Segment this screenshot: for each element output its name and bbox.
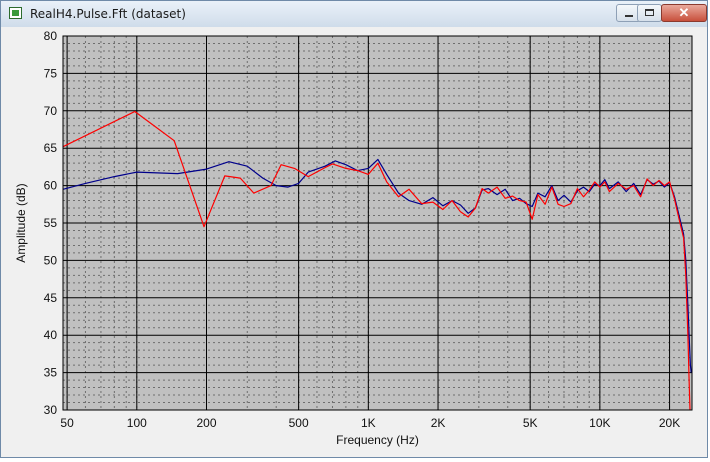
close-button[interactable]: ✕	[661, 4, 707, 22]
y-tick-labels: 30 35 40 45 50 55 60 65 70 75 80	[44, 29, 58, 417]
x-tick-label: 10K	[589, 416, 610, 430]
y-tick-label: 60	[44, 179, 58, 193]
x-tick-label: 20K	[659, 416, 680, 430]
x-tick-label: 200	[196, 416, 216, 430]
y-tick-label: 30	[44, 403, 58, 417]
x-tick-label: 100	[127, 416, 147, 430]
window-title: RealH4.Pulse.Fft (dataset)	[30, 7, 186, 21]
dataset-window: RealH4.Pulse.Fft (dataset) ✕ 30 35 40 45 50 5…	[0, 0, 708, 458]
frequency-response-chart[interactable]: 30 35 40 45 50 55 60 65 70 75 80 50 100 200 500 1K 2K 5K…	[1, 27, 707, 457]
y-tick-label: 45	[44, 291, 58, 305]
y-tick-label: 40	[44, 328, 58, 342]
y-tick-label: 65	[44, 141, 58, 155]
x-tick-label: 1K	[361, 416, 376, 430]
x-tick-label: 2K	[431, 416, 446, 430]
x-tick-label: 50	[60, 416, 74, 430]
y-tick-label: 80	[44, 29, 58, 43]
y-tick-label: 50	[44, 253, 58, 267]
dataset-window-icon[interactable]	[9, 7, 22, 19]
y-axis-label: Amplitude (dB)	[14, 183, 28, 262]
x-axis-label: Frequency (Hz)	[336, 433, 419, 447]
y-tick-label: 70	[44, 104, 58, 118]
chart-area: 30 35 40 45 50 55 60 65 70 75 80 50 100 200 500 1K 2K 5K…	[1, 27, 707, 457]
y-tick-label: 55	[44, 216, 58, 230]
close-icon: ✕	[678, 5, 690, 20]
title-bar[interactable]: RealH4.Pulse.Fft (dataset) ✕	[1, 1, 707, 28]
x-tick-label: 500	[289, 416, 309, 430]
maximize-button[interactable]	[637, 4, 662, 22]
y-tick-label: 35	[44, 366, 58, 380]
y-tick-label: 75	[44, 66, 58, 80]
x-tick-label: 5K	[523, 416, 538, 430]
x-tick-labels: 50 100 200 500 1K 2K 5K 10K 20K	[60, 416, 680, 430]
